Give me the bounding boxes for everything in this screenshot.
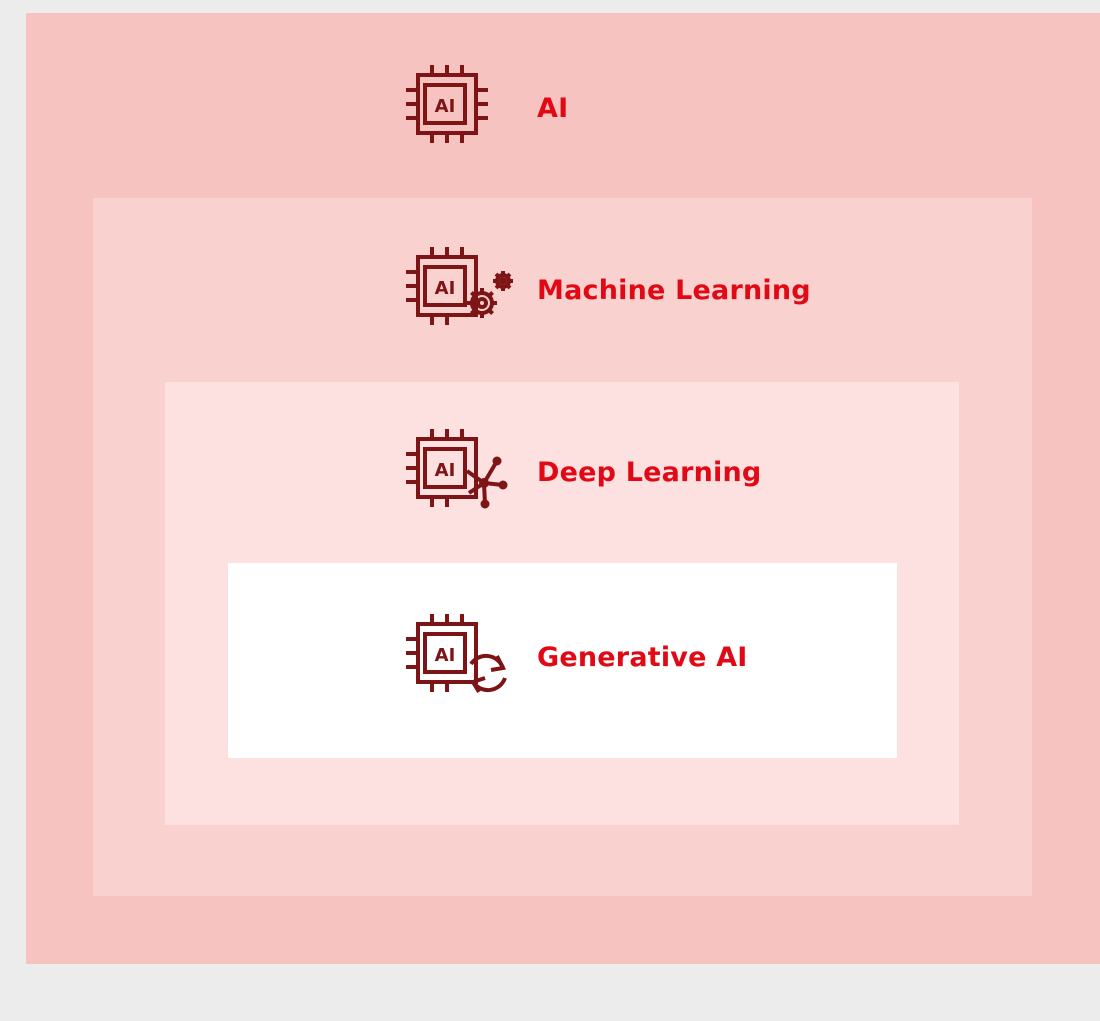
ai-label: AI — [537, 92, 569, 124]
generative-ai-label: Generative AI — [537, 641, 748, 673]
ai-chip-icon: AI — [403, 63, 513, 153]
svg-text:AI: AI — [435, 96, 456, 117]
ai-chip-gears-icon: AI — [403, 245, 513, 335]
ai-chip-refresh-icon: AI — [403, 612, 513, 702]
deep-learning-label: Deep Learning — [537, 456, 762, 488]
machine-learning-label: Machine Learning — [537, 274, 811, 306]
svg-text:AI: AI — [435, 278, 456, 299]
generative-ai-label-row: AI Generative AI — [403, 612, 748, 702]
ai-chip-network-icon: AI — [403, 427, 513, 517]
svg-text:AI: AI — [435, 460, 456, 481]
ai-label-row: AI AI — [403, 63, 568, 153]
machine-learning-label-row: AI Machine Learning — [403, 245, 811, 335]
svg-text:AI: AI — [435, 645, 456, 666]
deep-learning-label-row: AI Deep Learning — [403, 427, 761, 517]
